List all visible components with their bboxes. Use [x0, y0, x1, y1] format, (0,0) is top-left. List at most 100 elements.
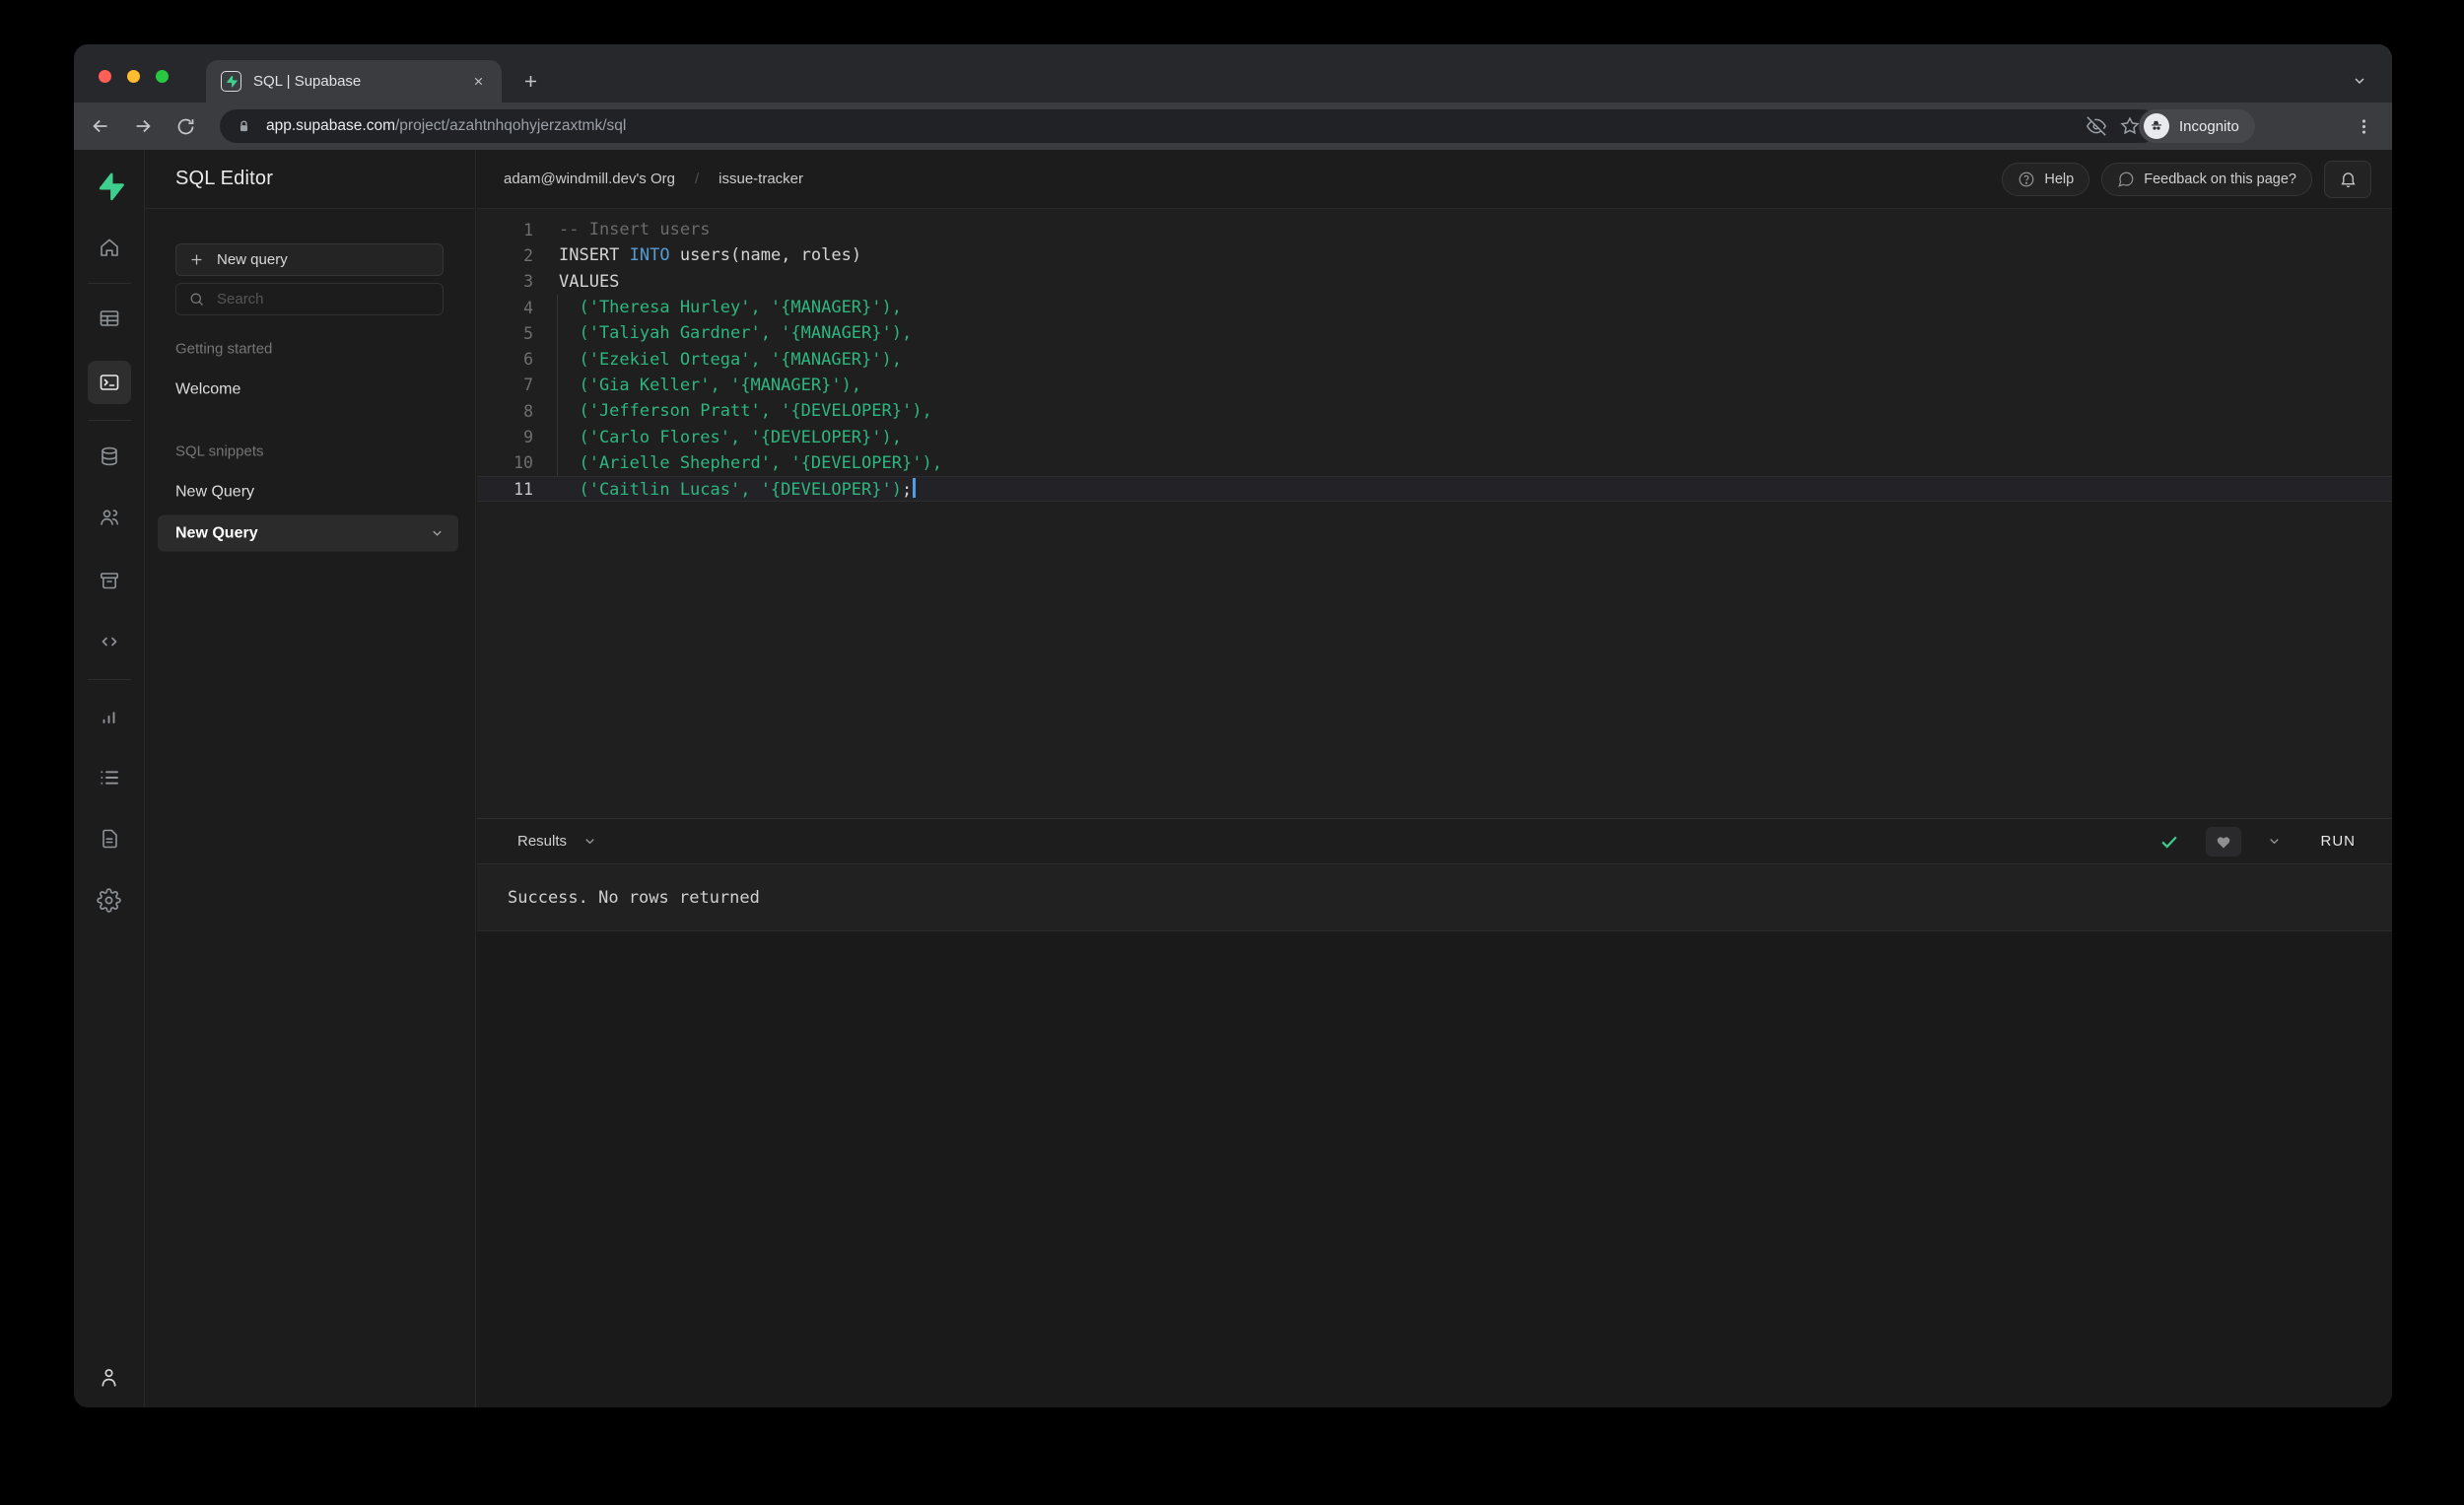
token-plain: users(name, roles)	[669, 245, 862, 266]
tab-close-icon[interactable]	[466, 70, 490, 94]
breadcrumb-project[interactable]: issue-tracker	[719, 171, 803, 187]
results-dropdown[interactable]: Results	[517, 833, 597, 850]
line-code: ('Ezekiel Ortega', '{MANAGER}'),	[559, 350, 902, 370]
url-path: /project/azahtnhqohyjerzaxtmk/sql	[394, 117, 627, 134]
reports-icon	[98, 705, 121, 728]
editor-line-7[interactable]: 7 ('Gia Keller', '{MANAGER}'),	[477, 373, 2392, 398]
main-content: adam@windmill.dev's Org / issue-tracker …	[477, 150, 2392, 1407]
editor-line-3[interactable]: 3 VALUES	[477, 269, 2392, 295]
notifications-button[interactable]	[2324, 160, 2371, 198]
line-code: -- Insert users	[559, 220, 711, 239]
token-keyword: INTO	[629, 245, 670, 266]
rail-item-table-editor[interactable]	[88, 297, 131, 340]
token-plain: VALUES	[559, 271, 620, 292]
success-message: Success. No rows returned	[508, 887, 760, 908]
page-title: SQL Editor	[175, 168, 274, 189]
line-number: 8	[523, 401, 533, 421]
editor-line-2[interactable]: 2 INSERT INTO users(name, roles)	[477, 242, 2392, 268]
chat-bubble-icon	[2117, 171, 2135, 188]
rail-divider	[88, 679, 131, 680]
editor-line-8[interactable]: 8 ('Jefferson Pratt', '{DEVELOPER}'),	[477, 398, 2392, 424]
breadcrumb-org[interactable]: adam@windmill.dev's Org	[504, 171, 675, 187]
editor-line-9[interactable]: 9 ('Carlo Flores', '{DEVELOPER}'),	[477, 424, 2392, 449]
incognito-badge: Incognito	[2139, 109, 2255, 143]
sidebar-item-label: New Query	[175, 524, 258, 541]
editor-line-10[interactable]: 10 ('Arielle Shepherd', '{DEVELOPER}'),	[477, 450, 2392, 476]
plus-icon	[188, 251, 205, 268]
browser-tab[interactable]: SQL | Supabase	[206, 60, 502, 103]
editor-line-11[interactable]: 11 ('Caitlin Lucas', '{DEVELOPER}');	[477, 475, 2392, 503]
sidebar-item-welcome[interactable]: Welcome	[158, 372, 458, 408]
new-query-button[interactable]: New query	[175, 243, 444, 276]
sidebar-header: SQL Editor	[145, 150, 475, 209]
line-number: 2	[523, 245, 533, 265]
new-query-button-label: New query	[217, 251, 288, 268]
browser-menu-icon[interactable]	[2351, 113, 2376, 139]
editor-line-4[interactable]: 4 ('Theresa Hurley', '{MANAGER}'),	[477, 295, 2392, 320]
sql-code-editor[interactable]: 1 -- Insert users 2 INSERT INTO users(name,…	[477, 209, 2392, 818]
sidebar-item-label: Welcome	[175, 380, 241, 397]
rail-item-auth[interactable]	[88, 496, 131, 539]
rail-item-api-docs[interactable]	[88, 817, 131, 860]
rail-item-reports[interactable]	[88, 695, 131, 738]
browser-tab-strip: SQL | Supabase	[74, 44, 2392, 103]
search-input[interactable]	[217, 291, 404, 308]
main-header: adam@windmill.dev's Org / issue-tracker …	[477, 150, 2392, 209]
token-string: ('Theresa Hurley', '{MANAGER}'),	[559, 298, 902, 318]
line-code: ('Theresa Hurley', '{MANAGER}'),	[559, 298, 902, 317]
section-label: Getting started	[175, 340, 273, 358]
rail-item-logs[interactable]	[88, 756, 131, 799]
text-cursor	[913, 478, 917, 499]
supabase-app: SQL Editor New query Getting started Welc…	[74, 150, 2392, 1407]
token-plain: ;	[902, 480, 913, 501]
run-button[interactable]: RUN	[2321, 833, 2357, 850]
window-minimize-button[interactable]	[127, 70, 140, 83]
rail-item-settings[interactable]	[88, 878, 131, 922]
supabase-favicon-icon	[221, 71, 241, 92]
sql-editor-icon	[98, 371, 121, 394]
rail-item-supabase-logo[interactable]	[88, 165, 131, 208]
line-number: 5	[523, 323, 533, 343]
feedback-button[interactable]: Feedback on this page?	[2101, 162, 2312, 196]
token-string: ('Caitlin Lucas', '{DEVELOPER}')	[559, 480, 902, 501]
search-box[interactable]	[175, 283, 444, 315]
browser-window: SQL | Supabase app.supabase.com/project/…	[74, 44, 2392, 1407]
editor-line-5[interactable]: 5 ('Taliyah Gardner', '{MANAGER}'),	[477, 320, 2392, 346]
forward-icon[interactable]	[130, 113, 156, 139]
rail-item-sql-editor[interactable]	[87, 361, 131, 404]
window-close-button[interactable]	[99, 70, 111, 83]
settings-icon	[97, 887, 121, 913]
rail-item-home[interactable]	[88, 226, 131, 269]
password-eye-off-icon[interactable]	[2080, 116, 2113, 136]
url-bar[interactable]: app.supabase.com/project/azahtnhqohyjerz…	[220, 109, 2158, 143]
editor-line-1[interactable]: 1 -- Insert users	[477, 217, 2392, 242]
line-number: 3	[523, 272, 533, 292]
lock-icon	[236, 118, 252, 135]
line-number: 1	[523, 220, 533, 239]
breadcrumb-separator: /	[694, 171, 700, 187]
run-options-chevron-icon[interactable]	[2267, 834, 2282, 849]
line-number: 11	[513, 479, 533, 499]
help-circle-icon	[2018, 171, 2035, 188]
new-tab-button[interactable]	[515, 66, 545, 96]
help-button[interactable]: Help	[2002, 162, 2090, 196]
rail-item-edge-functions[interactable]	[88, 620, 131, 663]
window-zoom-button[interactable]	[156, 70, 169, 83]
editor-line-6[interactable]: 6 ('Ezekiel Ortega', '{MANAGER}'),	[477, 346, 2392, 372]
results-label: Results	[517, 833, 568, 850]
api-docs-icon	[98, 827, 121, 851]
chevron-down-icon[interactable]	[430, 526, 445, 541]
back-icon[interactable]	[88, 113, 113, 139]
rail-item-account[interactable]	[88, 1355, 131, 1399]
tab-search-chevron-icon[interactable]	[2345, 66, 2374, 96]
sidebar-item-new-query[interactable]: New Query	[158, 474, 458, 511]
section-label: SQL snippets	[175, 443, 264, 460]
sidebar-item-new-query[interactable]: New Query	[158, 514, 458, 552]
favorite-heart-icon[interactable]	[2205, 826, 2241, 856]
rail-item-storage[interactable]	[88, 559, 131, 602]
token-string: ('Gia Keller', '{MANAGER}'),	[559, 375, 862, 395]
rail-item-database[interactable]	[88, 435, 131, 478]
reload-icon[interactable]	[172, 113, 198, 139]
incognito-label: Incognito	[2179, 117, 2239, 135]
line-code: ('Jefferson Pratt', '{DEVELOPER}'),	[559, 401, 931, 421]
